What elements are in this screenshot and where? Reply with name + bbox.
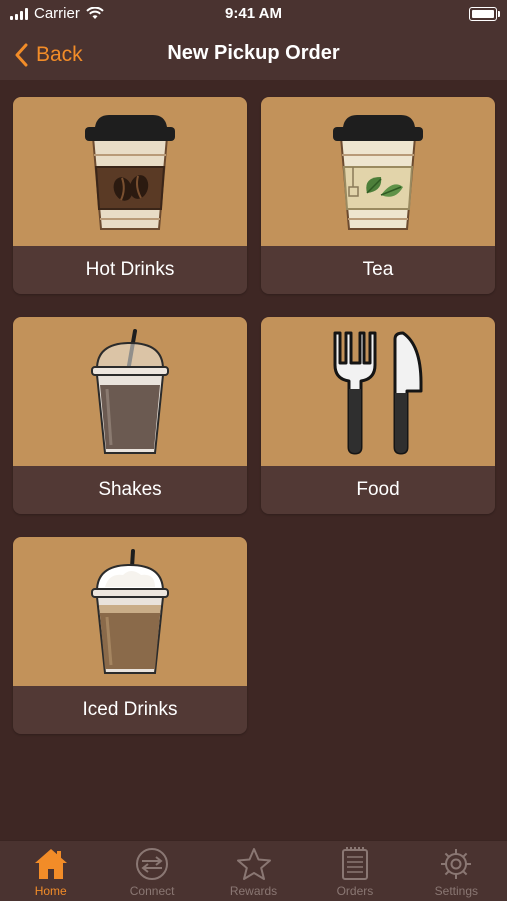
fork-knife-icon (333, 331, 423, 454)
status-bar: Carrier 9:41 AM (0, 0, 507, 30)
tab-bar: Home Connect Rewards Orders Settings (0, 840, 507, 901)
category-tile-shakes[interactable]: Shakes (13, 317, 247, 514)
star-icon (236, 848, 271, 880)
battery-icon (469, 7, 500, 21)
tab-label: Rewards (229, 884, 278, 898)
gear-icon (441, 849, 472, 879)
hot-drink-cup-icon (85, 114, 175, 230)
orders-icon (341, 847, 368, 880)
tab-home[interactable]: Home (0, 841, 101, 901)
tile-image (13, 317, 247, 466)
tab-rewards[interactable]: Rewards (203, 841, 304, 901)
tile-label: Tea (261, 246, 495, 294)
tab-label: Orders (336, 884, 374, 898)
tile-image (13, 537, 247, 686)
navigation-bar: Back New Pickup Order (0, 30, 507, 80)
tab-settings[interactable]: Settings (406, 841, 507, 901)
category-tile-tea[interactable]: Tea (261, 97, 495, 294)
category-tile-food[interactable]: Food (261, 317, 495, 514)
page-title: New Pickup Order (167, 42, 340, 64)
status-time: 9:41 AM (225, 5, 282, 22)
tile-label: Food (261, 466, 495, 514)
shake-cup-icon (91, 328, 169, 454)
home-icon (34, 849, 67, 879)
tile-label: Shakes (13, 466, 247, 514)
tab-label: Connect (129, 884, 175, 898)
tile-image (261, 97, 495, 246)
tab-orders[interactable]: Orders (304, 841, 405, 901)
tea-cup-icon (333, 114, 423, 230)
tile-image (13, 97, 247, 246)
tab-label: Settings (434, 884, 478, 898)
connect-icon (136, 848, 169, 880)
tile-label: Iced Drinks (13, 686, 247, 734)
tile-label: Hot Drinks (13, 246, 247, 294)
category-tile-hot-drinks[interactable]: Hot Drinks (13, 97, 247, 294)
category-tile-iced-drinks[interactable]: Iced Drinks (13, 537, 247, 734)
tab-label: Home (34, 884, 67, 898)
tile-image (261, 317, 495, 466)
tab-connect[interactable]: Connect (101, 841, 202, 901)
iced-drink-cup-icon (91, 548, 169, 674)
